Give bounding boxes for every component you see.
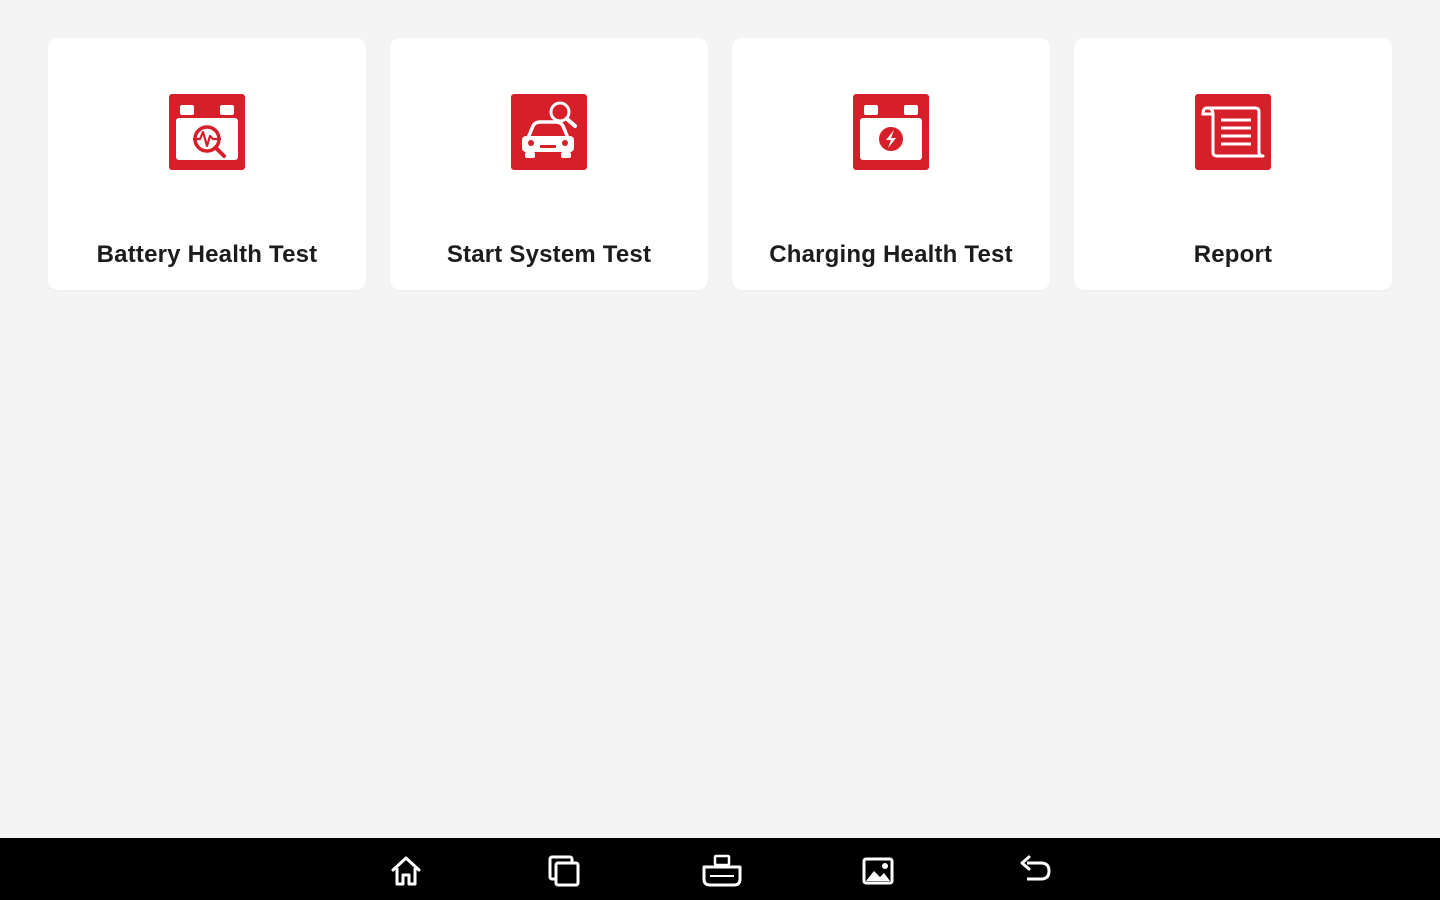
function-tiles: Battery Health Test Start System Test Ch… xyxy=(48,38,1392,290)
main-content: Battery Health Test Start System Test Ch… xyxy=(0,0,1440,838)
tile-report[interactable]: Report xyxy=(1074,38,1392,290)
battery-health-icon xyxy=(169,94,245,170)
tile-label: Battery Health Test xyxy=(96,241,318,268)
car-search-icon xyxy=(511,94,587,170)
recent-apps-icon[interactable] xyxy=(544,851,584,891)
back-icon[interactable] xyxy=(1015,851,1055,891)
report-document-icon xyxy=(1195,94,1271,170)
tile-start-system-test[interactable]: Start System Test xyxy=(390,38,708,290)
tile-charging-health-test[interactable]: Charging Health Test xyxy=(732,38,1050,290)
tile-battery-health-test[interactable]: Battery Health Test xyxy=(48,38,366,290)
tile-label: Charging Health Test xyxy=(769,241,1013,268)
tile-label: Report xyxy=(1193,241,1273,268)
vci-connector-icon[interactable] xyxy=(700,851,744,891)
system-navigation-bar xyxy=(0,838,1440,900)
battery-charging-icon xyxy=(853,94,929,170)
home-icon[interactable] xyxy=(386,851,426,891)
tile-label: Start System Test xyxy=(446,241,652,268)
gallery-icon[interactable] xyxy=(858,851,898,891)
